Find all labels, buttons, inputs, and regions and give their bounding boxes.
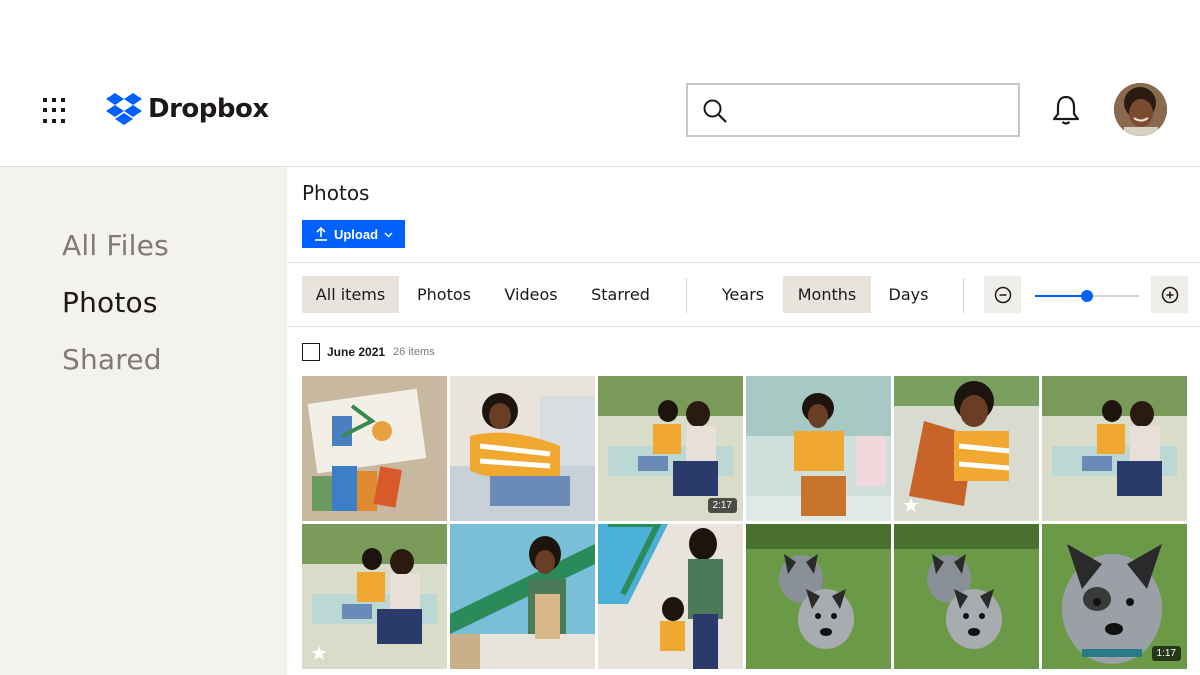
notification-bell-icon[interactable] — [1049, 93, 1083, 127]
upload-button[interactable]: Upload — [302, 220, 405, 248]
zoom-out-button[interactable] — [984, 276, 1021, 313]
photo-thumbnail[interactable]: 2:17 — [598, 376, 743, 521]
date-group-header: June 2021 26 items — [302, 343, 435, 361]
sidebar-item-all-files[interactable]: All Files — [62, 229, 169, 262]
filter-starred[interactable]: Starred — [578, 276, 663, 313]
photo-thumbnail[interactable]: 1:17 — [1042, 524, 1187, 669]
dropbox-logo[interactable]: Dropbox — [106, 93, 269, 125]
zoom-in-icon — [1161, 286, 1178, 303]
search-box[interactable] — [686, 83, 1020, 137]
zoom-out-icon — [994, 286, 1011, 303]
dropbox-box-icon — [106, 93, 142, 125]
photo-image — [450, 524, 595, 669]
photo-thumbnail[interactable] — [302, 376, 447, 521]
upload-icon — [314, 227, 327, 241]
photo-thumbnail[interactable] — [598, 524, 743, 669]
photo-image — [598, 524, 743, 669]
photo-thumbnail[interactable] — [746, 376, 891, 521]
starred-icon — [903, 498, 919, 512]
toolbar-divider — [963, 278, 964, 313]
photo-thumbnail[interactable] — [1042, 376, 1187, 521]
scale-days[interactable]: Days — [876, 276, 941, 313]
photo-thumbnail[interactable] — [894, 376, 1039, 521]
photo-thumbnail[interactable] — [450, 524, 595, 669]
photo-image — [450, 376, 595, 521]
search-icon — [703, 99, 727, 123]
page-title: Photos — [302, 181, 370, 205]
video-duration: 2:17 — [707, 498, 737, 513]
photo-image — [302, 376, 447, 521]
filter-videos[interactable]: Videos — [492, 276, 570, 313]
toolbar-divider — [686, 278, 687, 313]
photo-image — [1042, 376, 1187, 521]
video-duration: 1:17 — [1151, 646, 1181, 661]
view-toolbar: All items Photos Videos Starred Years Mo… — [287, 262, 1200, 327]
search-input[interactable] — [738, 93, 1008, 127]
photo-thumbnail[interactable] — [746, 524, 891, 669]
upload-label: Upload — [333, 226, 379, 242]
select-group-checkbox[interactable] — [302, 343, 320, 361]
zoom-slider-knob[interactable] — [1081, 290, 1093, 302]
photo-image — [894, 524, 1039, 669]
top-header: Dropbox — [0, 0, 1200, 167]
group-title: June 2021 — [327, 345, 386, 359]
photo-thumbnail[interactable] — [302, 524, 447, 669]
app-grid-icon[interactable] — [43, 98, 69, 124]
photo-thumbnail[interactable] — [450, 376, 595, 521]
photo-image — [746, 376, 891, 521]
scale-months[interactable]: Months — [783, 276, 871, 313]
starred-icon — [311, 646, 327, 660]
zoom-slider[interactable] — [1035, 290, 1139, 302]
photo-thumbnail[interactable] — [894, 524, 1039, 669]
scale-years[interactable]: Years — [708, 276, 778, 313]
main-content: Photos Upload All items Photos Videos St… — [287, 167, 1200, 675]
zoom-in-button[interactable] — [1151, 276, 1188, 313]
zoom-slider-fill — [1035, 295, 1087, 297]
chevron-down-icon — [384, 232, 393, 237]
sidebar-item-shared[interactable]: Shared — [62, 343, 162, 376]
brand-name: Dropbox — [148, 94, 269, 124]
photo-image — [746, 524, 891, 669]
filter-all-items[interactable]: All items — [302, 276, 399, 313]
user-avatar[interactable] — [1114, 83, 1167, 136]
sidebar: All Files Photos Shared — [0, 167, 287, 675]
group-count: 26 items — [393, 346, 435, 358]
filter-photos[interactable]: Photos — [404, 276, 484, 313]
sidebar-item-photos[interactable]: Photos — [62, 286, 158, 319]
